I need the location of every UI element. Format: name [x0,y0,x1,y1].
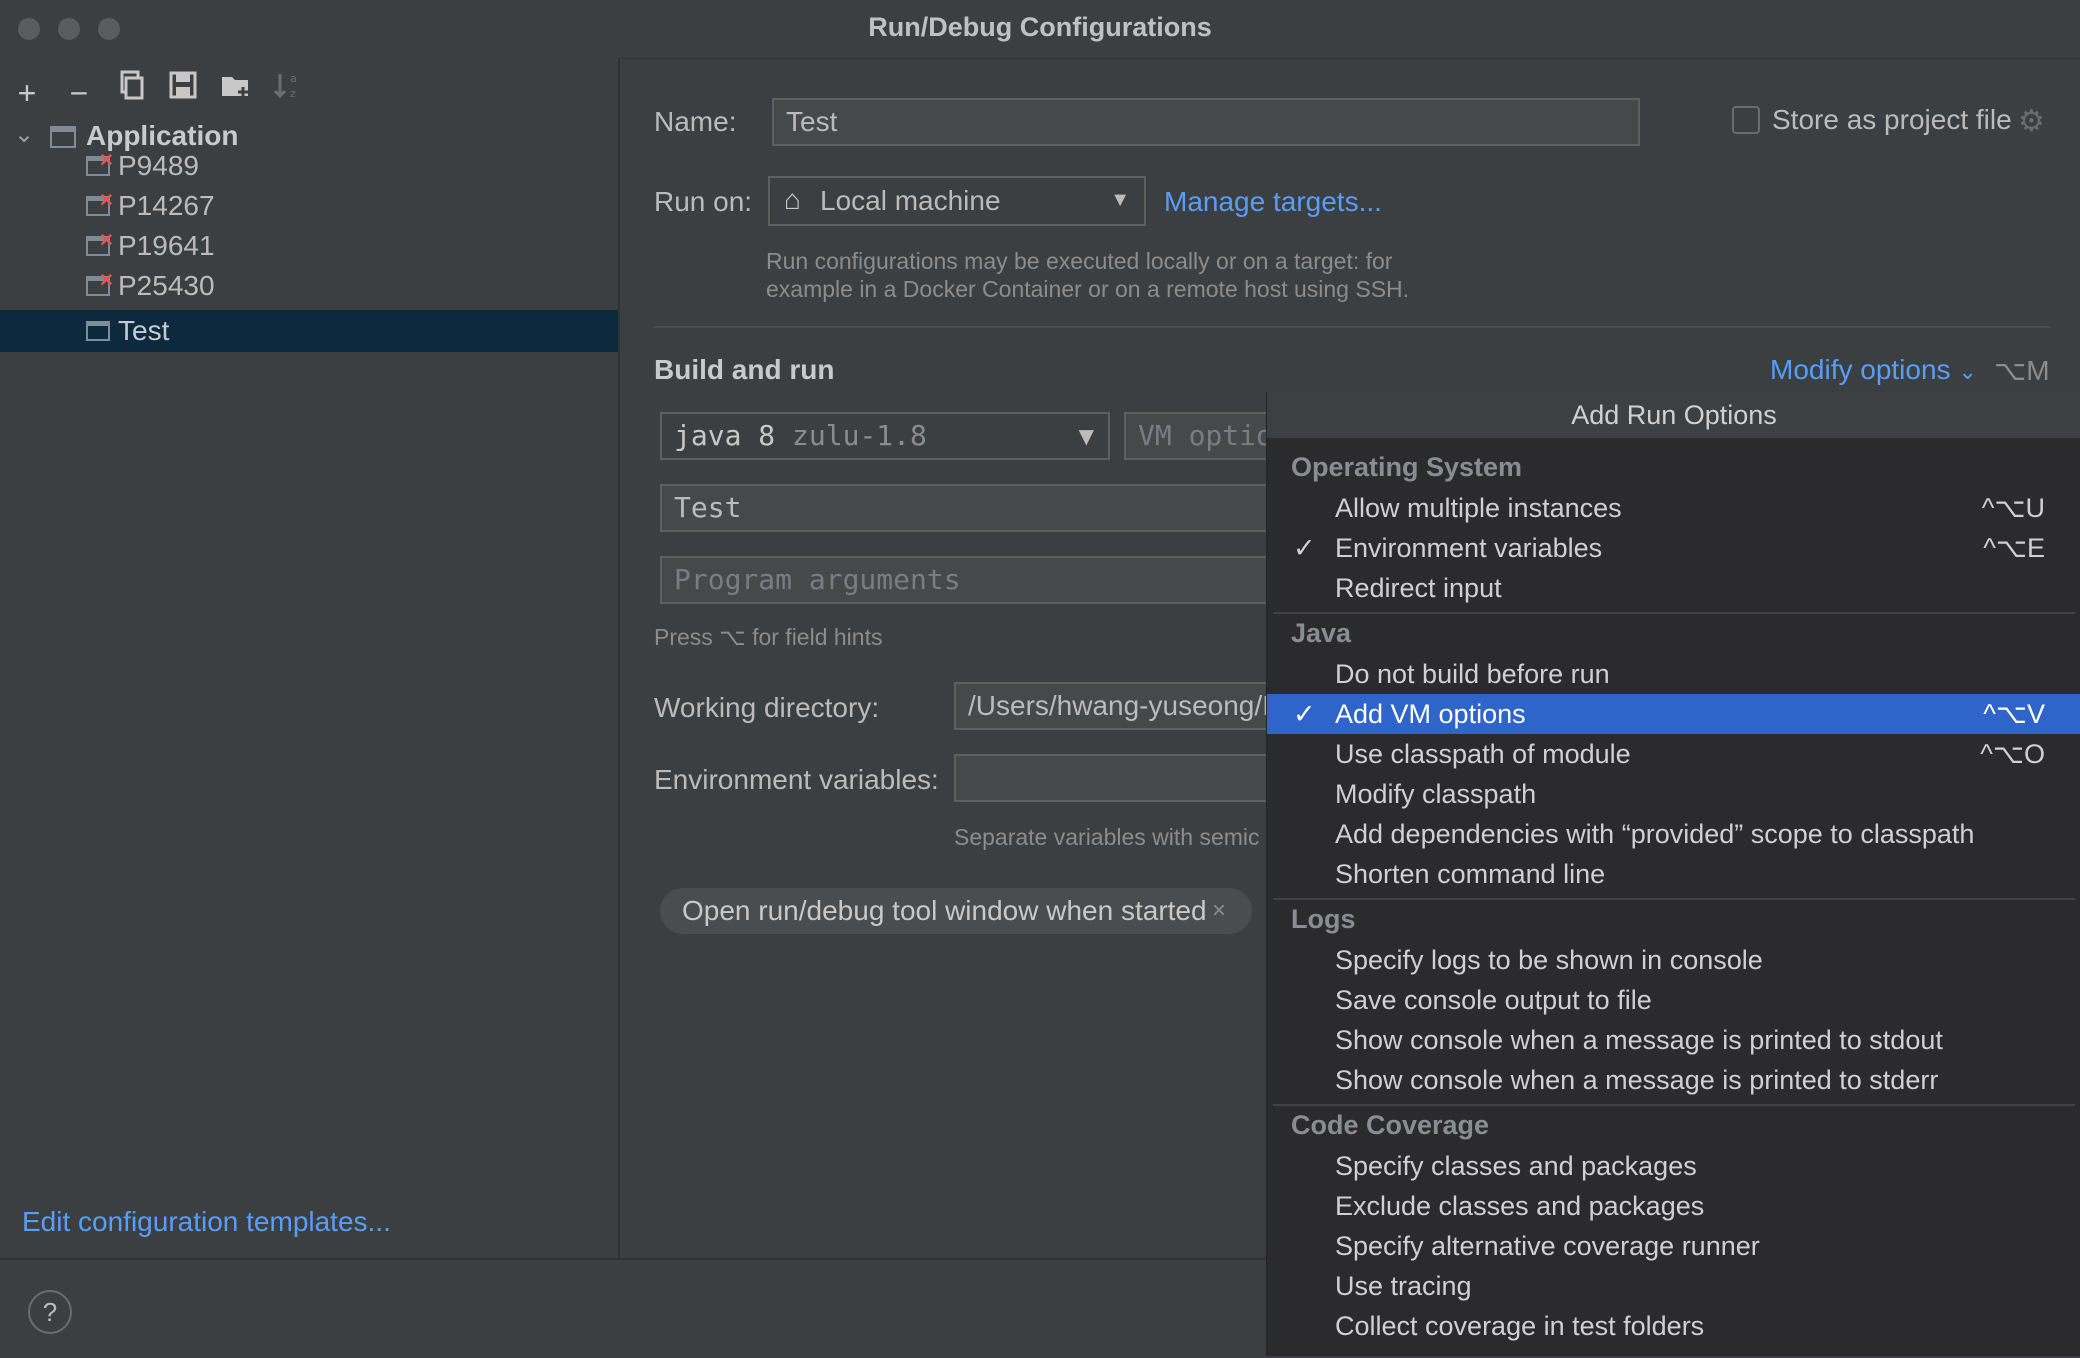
vm-options-field[interactable]: VM optio [1124,412,1284,460]
error-icon: × [100,147,113,172]
tree-item-label: P19641 [118,230,215,261]
option-use-classpath-of-module[interactable]: Use classpath of module ^⌥O [1267,734,2080,774]
option-specify-classes-packages[interactable]: Specify classes and packages [1267,1146,2080,1186]
option-shorten-command-line[interactable]: Shorten command line [1267,854,2080,894]
field-hints-text: Press ⌥ for field hints [654,624,883,650]
check-icon: ✓ [1293,699,1316,729]
svg-text:a: a [290,72,297,85]
error-icon: × [100,227,113,252]
tree-item-label: P14267 [118,190,215,221]
option-save-console-output[interactable]: Save console output to file [1267,980,2080,1020]
run-on-value: Local machine [820,185,1001,216]
edit-templates-link[interactable]: Edit configuration templates... [22,1206,391,1238]
section-title: Code Coverage [1291,1110,1490,1140]
build-run-title: Build and run [654,354,835,385]
config-icon [86,321,110,341]
modify-options-link[interactable]: Modify options ⌄ [1770,354,1977,386]
error-icon: × [100,267,113,292]
option-show-console-stderr[interactable]: Show console when a message is printed t… [1267,1060,2080,1100]
help-button[interactable]: ? [28,1290,72,1334]
option-environment-variables[interactable]: ✓ Environment variables ^⌥E [1267,528,2080,568]
separator [1273,1104,2075,1106]
tree-item-label: Test [118,315,170,346]
separator [1273,612,2075,614]
check-icon: ✓ [1293,533,1316,563]
option-redirect-input[interactable]: Redirect input [1267,568,2080,608]
manage-targets-link[interactable]: Manage targets... [1164,186,1382,218]
option-add-dependencies-provided[interactable]: Add dependencies with “provided” scope t… [1267,814,2080,854]
application-icon [50,126,76,148]
option-modify-classpath[interactable]: Modify classpath [1267,774,2080,814]
store-project-checkbox[interactable] [1732,106,1760,134]
close-icon[interactable]: × [1212,888,1226,934]
option-collect-coverage-test-folders[interactable]: Collect coverage in test folders [1267,1306,2080,1346]
save-icon[interactable] [166,68,200,102]
new-folder-icon[interactable] [218,68,252,102]
option-allow-multiple-instances[interactable]: Allow multiple instances ^⌥U [1267,488,2080,528]
working-directory-field[interactable]: /Users/hwang-yuseong/I [954,682,1294,730]
name-field[interactable]: Test [772,98,1640,146]
main-class-field[interactable]: Test [660,484,1280,532]
modify-options-label: Modify options [1770,354,1951,385]
title-bar: Run/Debug Configurations [0,0,2080,59]
env-vars-field[interactable] [954,754,1294,802]
option-alternative-coverage-runner[interactable]: Specify alternative coverage runner [1267,1226,2080,1266]
section-title: Logs [1291,904,1356,934]
chevron-down-icon: ⌄ [1958,359,1977,384]
tree-item-label: P25430 [118,270,215,301]
modify-options-shortcut: ⌥M [1994,355,2050,386]
option-exclude-classes-packages[interactable]: Exclude classes and packages [1267,1186,2080,1226]
tree-item[interactable]: × P9489 [0,146,618,186]
open-window-tag-label: Open run/debug tool window when started [682,895,1207,926]
tree-item[interactable]: × P19641 [0,226,618,266]
tree-item-selected[interactable]: Test [0,310,618,352]
option-specify-logs[interactable]: Specify logs to be shown in console [1267,940,2080,980]
separator [1273,898,2075,900]
option-use-tracing[interactable]: Use tracing [1267,1266,2080,1306]
open-window-tag[interactable]: Open run/debug tool window when started … [660,888,1252,934]
name-label: Name: [654,106,737,137]
program-arguments-field[interactable]: Program arguments [660,556,1280,604]
env-vars-label: Environment variables: [654,764,939,795]
section-title: Java [1291,618,1352,648]
add-run-options-popup: Add Run Options Operating System Allow m… [1266,392,2080,1356]
section-title: Operating System [1291,452,1523,482]
sort-icon[interactable]: az [270,68,304,102]
run-on-label: Run on: [654,186,753,217]
divider [654,326,2050,328]
svg-text:z: z [290,87,296,100]
option-show-console-stdout[interactable]: Show console when a message is printed t… [1267,1020,2080,1060]
env-vars-hint: Separate variables with semic [954,824,1260,850]
run-on-hint-line2: example in a Docker Container or on a re… [766,276,1410,302]
window-title: Run/Debug Configurations [868,12,1212,42]
run-on-dropdown[interactable]: ⌂ Local machine ▼ [768,176,1146,226]
error-icon: × [100,187,113,212]
tree-item[interactable]: × P25430 [0,266,618,306]
option-add-vm-options[interactable]: ✓ Add VM options ^⌥V [1267,694,2080,734]
tree-item[interactable]: × P14267 [0,186,618,226]
jdk-detail: zulu-1.8 [792,419,927,452]
store-project-label: Store as project file [1772,104,2012,135]
dropdown-arrow-icon: ▼ [1110,189,1130,211]
popup-title: Add Run Options [1267,392,2080,438]
jdk-value: java 8 [674,419,776,452]
remove-icon[interactable]: − [62,76,96,110]
option-do-not-build[interactable]: Do not build before run [1267,654,2080,694]
gear-icon[interactable]: ⚙ [2018,104,2045,139]
dropdown-arrow-icon: ▼ [1078,424,1094,448]
copy-icon[interactable] [114,68,148,102]
add-icon[interactable]: + [10,76,44,110]
chevron-down-icon[interactable]: ⌄ [14,120,34,149]
jdk-dropdown[interactable]: java 8 zulu-1.8 ▼ [660,412,1110,460]
tree-item-label: P9489 [118,150,199,181]
home-icon: ⌂ [784,184,801,215]
run-on-hint-line1: Run configurations may be executed local… [766,248,1393,274]
working-directory-label: Working directory: [654,692,880,723]
configurations-panel: + − az ⌄ Application × P9489 × P14267 × … [0,58,620,1258]
